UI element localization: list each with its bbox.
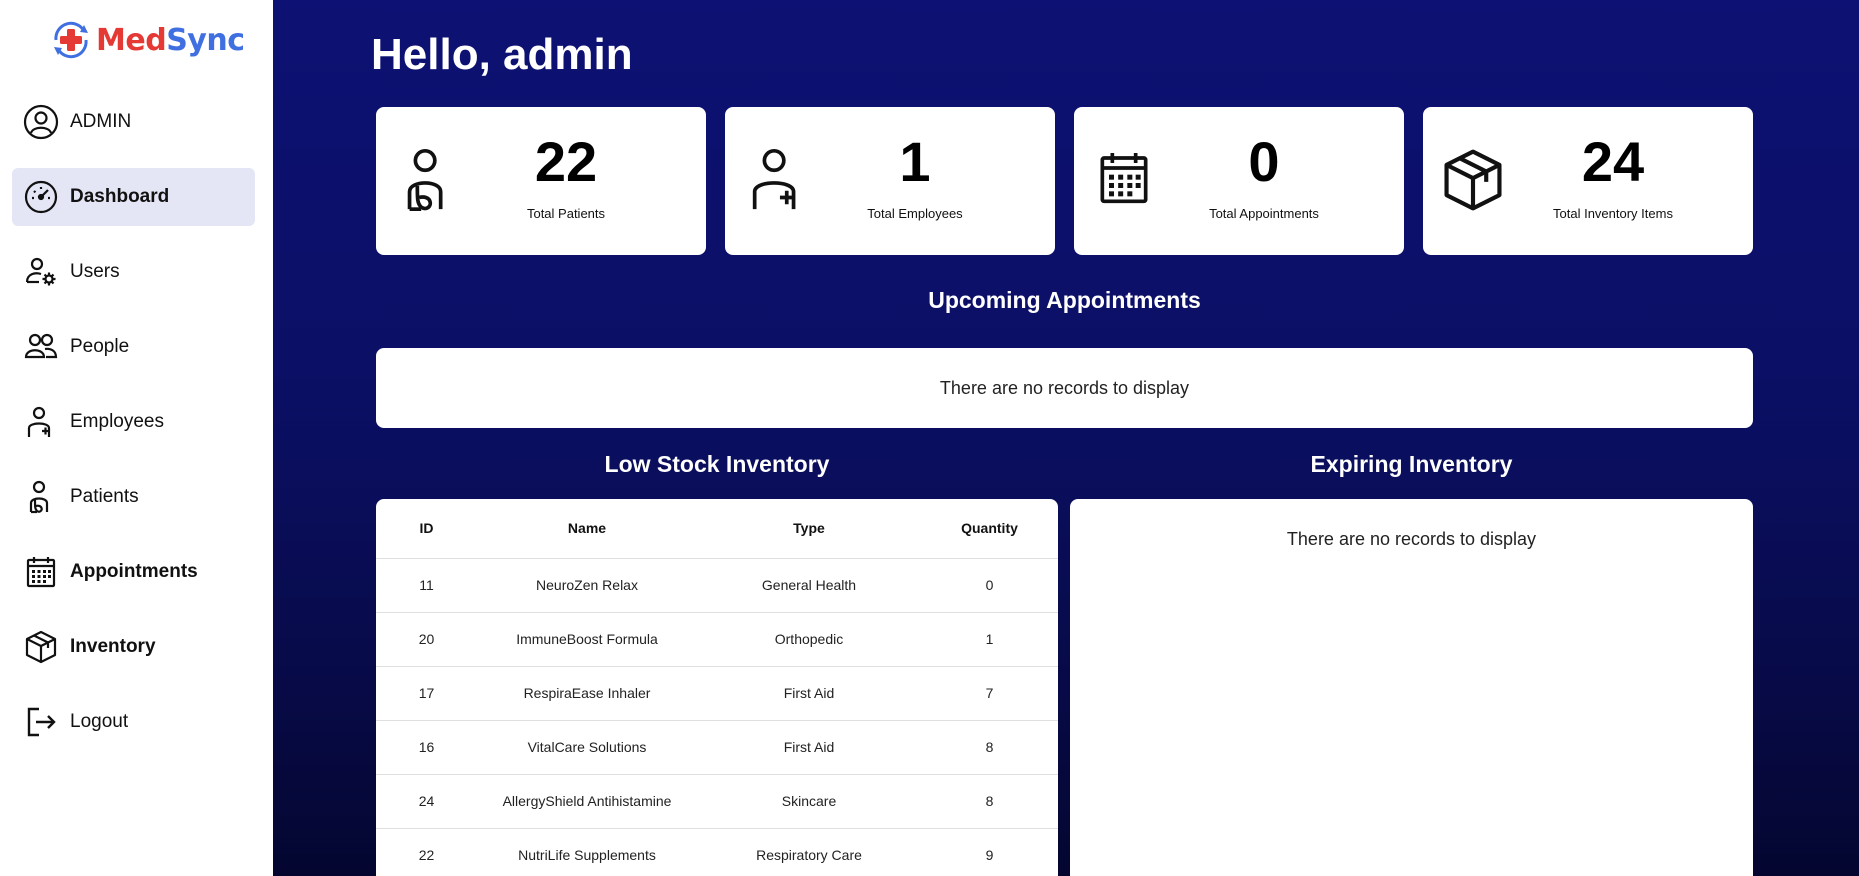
table-row[interactable]: 22 NutriLife Supplements Respiratory Car… <box>376 828 1058 876</box>
logout-icon <box>22 703 60 741</box>
cell-id: 16 <box>376 720 477 775</box>
brand-name-sync: Sync <box>166 22 245 58</box>
sidebar-item-dashboard[interactable]: Dashboard <box>12 168 255 226</box>
stat-card-inventory: 24 Total Inventory Items <box>1423 107 1753 255</box>
cell-type: Skincare <box>697 774 921 829</box>
calendar-icon <box>1094 147 1164 217</box>
sidebar-item-label: Inventory <box>70 636 156 657</box>
box-icon <box>1439 145 1509 215</box>
stat-card-appointments: 0 Total Appointments <box>1074 107 1404 255</box>
cell-name: RespiraEase Inhaler <box>477 666 697 721</box>
stat-label: Total Inventory Items <box>1553 206 1673 221</box>
cell-type: First Aid <box>697 720 921 775</box>
stat-label: Total Appointments <box>1209 206 1319 221</box>
cell-name: ImmuneBoost Formula <box>477 612 697 667</box>
sidebar-item-label: Appointments <box>70 561 198 582</box>
low-stock-table-panel: ID Name Type Quantity 11 NeuroZen Relax … <box>376 499 1058 876</box>
table-row[interactable]: 24 AllergyShield Antihistamine Skincare … <box>376 774 1058 829</box>
main-content: Hello, admin 22 Total Patients 1 Total E… <box>273 0 1859 876</box>
cell-id: 11 <box>376 558 477 613</box>
cell-id: 22 <box>376 828 477 876</box>
page-greeting: Hello, admin <box>371 30 633 79</box>
user-plus-icon <box>22 403 60 441</box>
cell-name: NeuroZen Relax <box>477 558 697 613</box>
cell-id: 24 <box>376 774 477 829</box>
cell-id: 17 <box>376 666 477 721</box>
expiring-inventory-panel: There are no records to display <box>1070 499 1753 876</box>
cell-type: General Health <box>697 558 921 613</box>
brand-logo[interactable]: MedSync <box>48 18 245 62</box>
upcoming-appointments-title: Upcoming Appointments <box>928 287 1201 313</box>
sidebar-user-label: ADMIN <box>70 111 132 132</box>
column-header-type[interactable]: Type <box>697 499 921 559</box>
sidebar: MedSync ADMIN Dashboard Users People Emp… <box>0 0 273 876</box>
patient-icon <box>22 478 60 516</box>
sidebar-item-label: Employees <box>70 411 164 432</box>
user-gear-icon <box>22 253 60 291</box>
stat-label: Total Employees <box>867 206 963 221</box>
stat-value: 1 <box>899 130 931 193</box>
sidebar-item-logout[interactable]: Logout <box>12 693 255 751</box>
low-stock-table: ID Name Type Quantity 11 NeuroZen Relax … <box>376 499 1058 876</box>
calendar-icon <box>22 553 60 591</box>
cell-type: Orthopedic <box>697 612 921 667</box>
table-header-row: ID Name Type Quantity <box>376 499 1058 559</box>
stat-value: 0 <box>1248 130 1280 193</box>
cell-quantity: 0 <box>921 558 1058 613</box>
user-plus-icon <box>743 145 813 215</box>
gauge-icon <box>22 178 60 216</box>
brand-name-med: Med <box>96 22 167 58</box>
empty-state-text: There are no records to display <box>939 378 1190 398</box>
cell-quantity: 1 <box>921 612 1058 667</box>
low-stock-title: Low Stock Inventory <box>604 451 830 477</box>
table-row[interactable]: 20 ImmuneBoost Formula Orthopedic 1 <box>376 612 1058 667</box>
box-icon <box>22 628 60 666</box>
user-circle-icon <box>22 103 60 141</box>
sidebar-item-label: Logout <box>70 711 129 732</box>
sidebar-user-admin[interactable]: ADMIN <box>12 93 255 151</box>
cell-id: 20 <box>376 612 477 667</box>
stat-label: Total Patients <box>526 206 606 221</box>
cell-type: First Aid <box>697 666 921 721</box>
cell-quantity: 8 <box>921 720 1058 775</box>
cell-name: NutriLife Supplements <box>477 828 697 876</box>
table-row[interactable]: 17 RespiraEase Inhaler First Aid 7 <box>376 666 1058 721</box>
expiring-inventory-title: Expiring Inventory <box>1310 451 1513 477</box>
sidebar-item-patients[interactable]: Patients <box>12 468 255 526</box>
column-header-name[interactable]: Name <box>477 499 697 559</box>
sidebar-item-label: Dashboard <box>70 186 170 207</box>
stat-value: 22 <box>534 130 598 193</box>
cell-name: VitalCare Solutions <box>477 720 697 775</box>
table-row[interactable]: 11 NeuroZen Relax General Health 0 <box>376 558 1058 613</box>
empty-state-text: There are no records to display <box>1286 529 1537 549</box>
people-icon <box>22 328 60 366</box>
sidebar-item-employees[interactable]: Employees <box>12 393 255 451</box>
stat-card-employees: 1 Total Employees <box>725 107 1055 255</box>
upcoming-appointments-panel: There are no records to display <box>376 348 1753 428</box>
medsync-logo-icon <box>48 17 94 63</box>
column-header-quantity[interactable]: Quantity <box>921 499 1058 559</box>
stat-value: 24 <box>1581 130 1645 193</box>
cell-quantity: 9 <box>921 828 1058 876</box>
sidebar-item-people[interactable]: People <box>12 318 255 376</box>
app-root: MedSync ADMIN Dashboard Users People Emp… <box>0 0 1859 876</box>
cell-quantity: 8 <box>921 774 1058 829</box>
sidebar-item-users[interactable]: Users <box>12 243 255 301</box>
cell-name: AllergyShield Antihistamine <box>477 774 697 829</box>
table-row[interactable]: 16 VitalCare Solutions First Aid 8 <box>376 720 1058 775</box>
sidebar-item-inventory[interactable]: Inventory <box>12 618 255 676</box>
sidebar-item-appointments[interactable]: Appointments <box>12 543 255 601</box>
patient-icon <box>394 145 464 215</box>
sidebar-item-label: Users <box>70 261 120 282</box>
cell-type: Respiratory Care <box>697 828 921 876</box>
stat-card-patients: 22 Total Patients <box>376 107 706 255</box>
sidebar-item-label: Patients <box>70 486 139 507</box>
cell-quantity: 7 <box>921 666 1058 721</box>
sidebar-item-label: People <box>70 336 130 357</box>
column-header-id[interactable]: ID <box>376 499 477 559</box>
brand-name: MedSync <box>96 23 245 58</box>
